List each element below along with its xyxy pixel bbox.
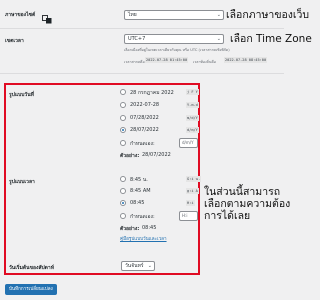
utc-time-value: 2022-07-28 01:45:00 xyxy=(145,57,189,63)
date-format-option-text: 28/07/2022 xyxy=(130,127,159,133)
divider xyxy=(0,73,284,74)
timezone-label: เขตเวลา xyxy=(5,38,24,44)
site-language-select[interactable]: ไทย ⌄ xyxy=(124,10,224,20)
date-format-option[interactable]: 28 กรกฎาคม 2022 j F Y xyxy=(120,88,200,97)
date-format-custom-label: กำหนดเอง: xyxy=(130,141,155,147)
site-language-value: ไทย xyxy=(128,12,137,18)
date-preview-label: ตัวอย่าง: xyxy=(120,153,140,159)
site-language-label: ภาษาของไซต์ xyxy=(5,12,36,18)
language-annotation: เลือกภาษาของเว็บ xyxy=(226,9,310,21)
side-annotation-line: การได้เลย xyxy=(204,210,251,223)
side-annotation: ในส่วนนี้สามารถ เลือกตามความต้อง การได้เ… xyxy=(204,186,290,222)
date-format-radio[interactable] xyxy=(120,115,126,121)
date-format-option-text: 07/28/2022 xyxy=(130,115,159,121)
time-format-option-code: H:i xyxy=(186,200,195,206)
chevron-down-icon: ⌄ xyxy=(216,12,221,18)
date-format-option-code: j F Y xyxy=(186,89,199,95)
time-format-option-text: 8:45 น. xyxy=(130,177,148,183)
time-preview-label: ตัวอย่าง: xyxy=(120,226,140,232)
date-format-radio[interactable] xyxy=(120,140,126,146)
time-format-option-code: G:i น. xyxy=(186,176,202,182)
week-start-value: วันจันทร์ xyxy=(125,263,144,269)
time-format-custom-input[interactable]: H:i xyxy=(179,211,198,221)
time-format-option[interactable]: 8:45 AM g:i A xyxy=(120,187,200,196)
date-format-option[interactable]: 28/07/2022 d/m/Y xyxy=(120,126,200,135)
date-format-option-code: m/d/Y xyxy=(186,115,199,121)
time-format-custom-option[interactable]: กำหนดเอง: H:i xyxy=(120,211,200,221)
time-format-label: รูปแบบเวลา xyxy=(9,179,35,185)
local-time-value: 2022-07-28 08:45:00 xyxy=(224,57,268,63)
date-format-custom-option[interactable]: กำหนดเอง: d/m/Y xyxy=(120,138,200,148)
date-format-radio-selected[interactable] xyxy=(120,127,126,133)
date-format-custom-input[interactable]: d/m/Y xyxy=(179,138,198,148)
local-time-label: เวลาท้องถิ่นคือ xyxy=(193,60,216,64)
date-format-option[interactable]: 07/28/2022 m/d/Y xyxy=(120,114,200,123)
date-format-option-text: 28 กรกฎาคม 2022 xyxy=(130,90,174,96)
time-format-option[interactable]: 8:45 น. G:i น. xyxy=(120,175,202,184)
utc-time-label: เวลาสากลคือ xyxy=(124,60,145,64)
timezone-description: เลือกเมืองที่อยู่ในเขตเวลาเดียวกับคุณ หร… xyxy=(124,48,230,52)
time-format-custom-label: กำหนดเอง: xyxy=(130,214,155,220)
date-preview-value: 28/07/2022 xyxy=(142,152,171,158)
chevron-down-icon: ⌄ xyxy=(147,263,152,269)
time-format-option-text: 08:45 xyxy=(130,200,145,206)
time-preview-value: 08:45 xyxy=(142,225,157,231)
date-time-docs-link[interactable]: คู่มือรูปแบบวันและเวลา xyxy=(120,236,167,243)
divider xyxy=(0,28,284,29)
side-annotation-line: เลือกตามความต้อง xyxy=(204,198,291,211)
save-changes-button[interactable]: บันทึกการเปลี่ยนแปลง xyxy=(5,284,57,295)
timezone-value: UTC+7 xyxy=(128,36,146,42)
date-format-option-code: d/m/Y xyxy=(186,127,199,133)
time-format-option-text: 8:45 AM xyxy=(130,188,151,194)
date-format-radio[interactable] xyxy=(120,102,126,108)
time-format-radio[interactable] xyxy=(120,213,126,219)
week-start-select[interactable]: วันจันทร์ ⌄ xyxy=(121,261,155,271)
translate-icon xyxy=(42,9,52,24)
date-format-label: รูปแบบวันที่ xyxy=(9,92,34,98)
week-start-label: วันเริ่มต้นของสัปดาห์ xyxy=(9,265,55,271)
chevron-down-icon: ⌄ xyxy=(216,36,221,42)
date-format-option[interactable]: 2022-07-28 Y-m-d xyxy=(120,101,200,110)
timezone-annotation: เลือก Time Zone xyxy=(230,33,312,45)
time-format-radio-selected[interactable] xyxy=(120,200,126,206)
date-format-radio[interactable] xyxy=(120,89,126,95)
time-format-radio[interactable] xyxy=(120,188,126,194)
date-format-option-code: Y-m-d xyxy=(186,102,199,108)
date-format-option-text: 2022-07-28 xyxy=(130,102,160,108)
time-format-option[interactable]: 08:45 H:i xyxy=(120,199,200,208)
side-annotation-line: ในส่วนนี้สามารถ xyxy=(204,186,281,198)
time-format-option-code: g:i A xyxy=(186,188,199,194)
timezone-select[interactable]: UTC+7 ⌄ xyxy=(124,34,224,44)
time-format-radio[interactable] xyxy=(120,176,126,182)
